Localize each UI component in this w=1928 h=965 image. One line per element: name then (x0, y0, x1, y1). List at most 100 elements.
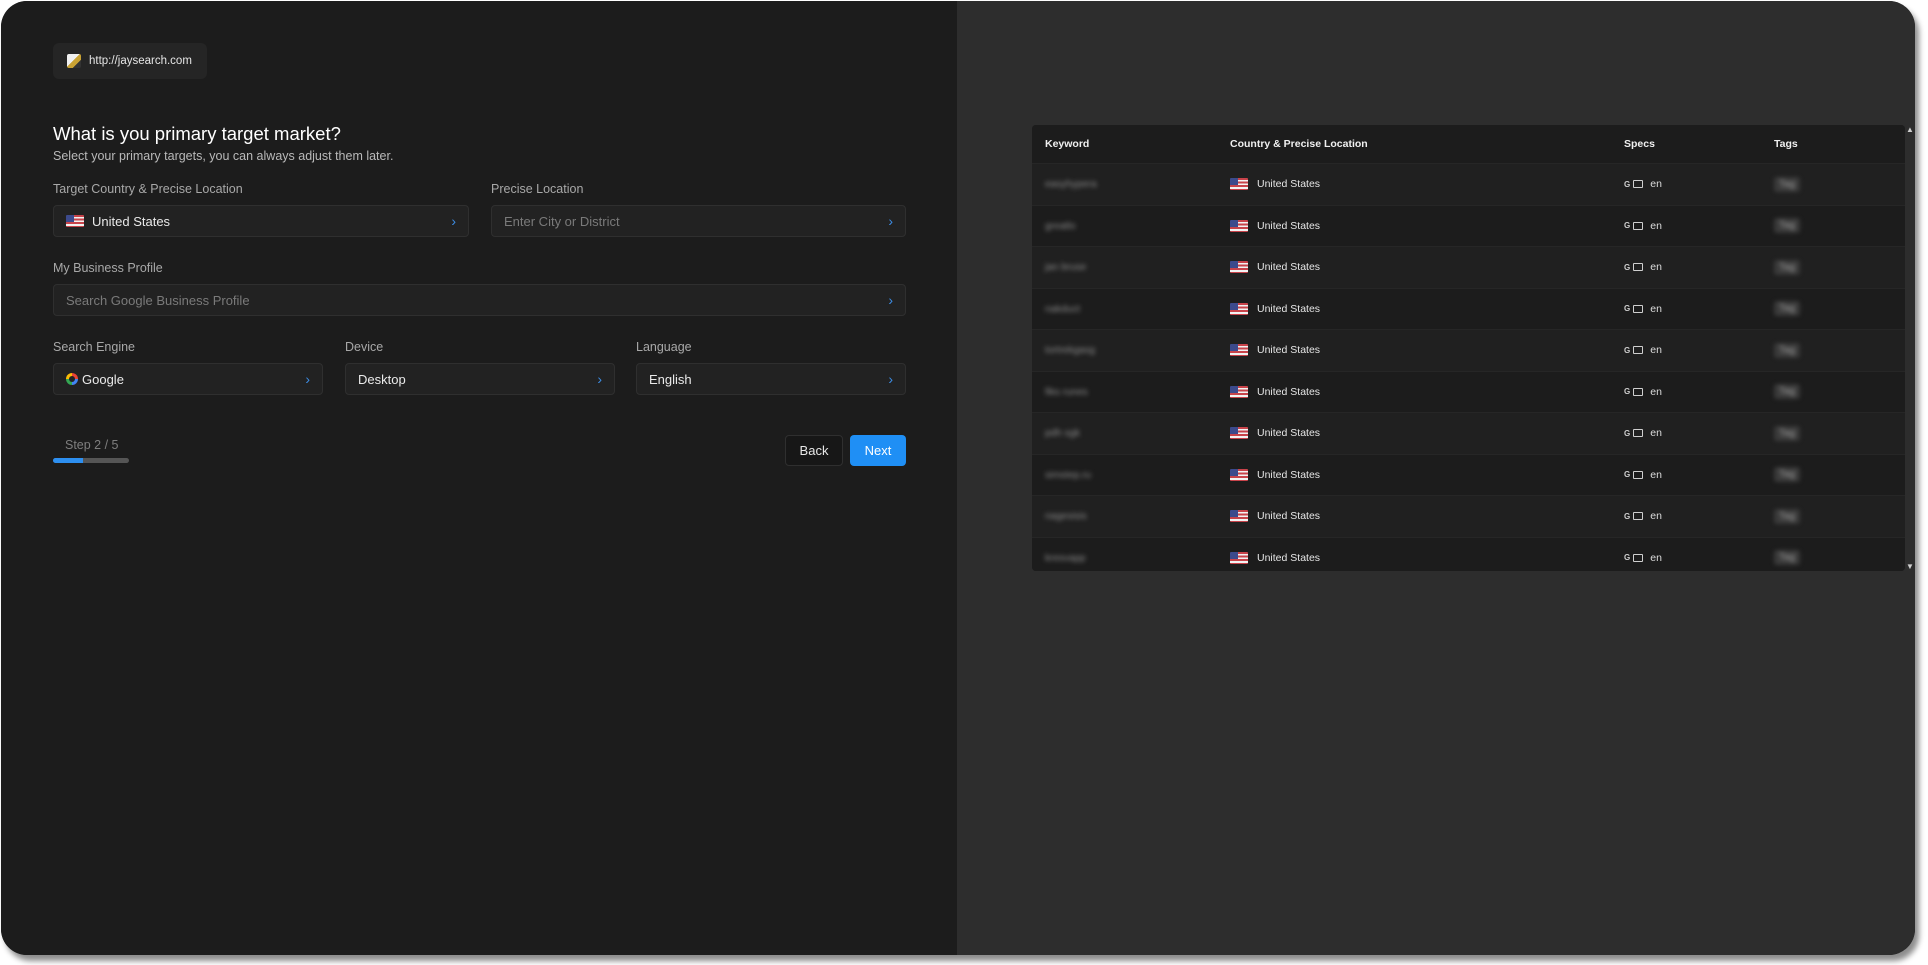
desktop-icon (1633, 263, 1644, 272)
step-indicator: Step 2 / 5 (65, 438, 119, 452)
google-icon: G (1624, 511, 1631, 521)
location-text: United States (1257, 344, 1321, 357)
tags-cell: Tag (1774, 163, 1905, 205)
desktop-icon (1633, 512, 1644, 521)
page-subtitle: Select your primary targets, you can alw… (53, 149, 394, 163)
specs-cell: Gen (1624, 453, 1774, 496)
location-text: United States (1257, 302, 1321, 315)
spec-language: en (1650, 261, 1662, 274)
business-profile-search[interactable]: Search Google Business Profile › (53, 284, 906, 316)
specs-column-header[interactable]: Specs (1624, 125, 1774, 164)
device-label: Device (345, 340, 384, 354)
us-flag-icon (1230, 344, 1248, 357)
spec-language: en (1650, 510, 1662, 523)
precise-location-placeholder: Enter City or District (504, 213, 620, 229)
table-row[interactable]: easyhypera United States Gen Tag (1032, 163, 1905, 205)
table-row[interactable]: nagesisis United States Gen Tag (1032, 495, 1905, 537)
keyword-text: tortrekgasg (1045, 345, 1096, 357)
location-cell: United States (1230, 246, 1624, 288)
spec-language: en (1650, 427, 1662, 440)
tags-cell: Tag (1774, 329, 1905, 371)
next-button[interactable]: Next (850, 435, 906, 466)
language-select[interactable]: English › (636, 363, 906, 395)
tag-badge: Tag (1774, 508, 1801, 524)
onboarding-panel: http://jaysearch.com What is you primary… (1, 1, 957, 955)
site-favicon-icon (67, 54, 81, 68)
scroll-up-arrow-icon[interactable]: ▲ (1906, 125, 1914, 134)
tags-cell: Tag (1774, 495, 1905, 537)
scroll-down-arrow-icon[interactable]: ▼ (1906, 562, 1914, 571)
tags-cell: Tag (1774, 246, 1905, 288)
spec-language: en (1650, 385, 1662, 398)
us-flag-icon (1230, 385, 1248, 398)
location-text: United States (1257, 427, 1321, 440)
location-cell: United States (1230, 495, 1624, 537)
us-flag-icon (1230, 178, 1248, 191)
precise-location-input[interactable]: Enter City or District › (491, 205, 906, 237)
table-row[interactable]: fiks runes United States Gen Tag (1032, 370, 1905, 413)
google-icon: G (1624, 304, 1631, 314)
device-select[interactable]: Desktop › (345, 363, 615, 395)
table-scrollbar[interactable]: ▲ ▼ (1905, 125, 1915, 571)
table-row[interactable]: tortrekgasg United States Gen Tag (1032, 329, 1905, 371)
tags-cell: Tag (1774, 204, 1905, 247)
table-row[interactable]: simstep.ru United States Gen Tag (1032, 453, 1905, 496)
spec-language: en (1650, 178, 1662, 191)
language-label: Language (636, 340, 692, 354)
location-text: United States (1257, 510, 1321, 523)
keyword-text: easyhypera (1045, 179, 1097, 191)
country-select[interactable]: United States › (53, 205, 469, 237)
desktop-icon (1633, 221, 1644, 230)
search-engine-value: Google (82, 371, 124, 387)
device-value: Desktop (358, 371, 406, 387)
keyword-text: nagesisis (1045, 511, 1087, 523)
desktop-icon (1633, 180, 1644, 189)
tag-badge: Tag (1774, 425, 1801, 441)
keyword-text: simstep.ru (1045, 469, 1092, 481)
step-progress-fill (53, 458, 84, 463)
tags-column-header[interactable]: Tags (1774, 125, 1905, 164)
us-flag-icon (1230, 551, 1248, 564)
location-column-header[interactable]: Country & Precise Location (1230, 125, 1624, 164)
location-cell: United States (1230, 163, 1624, 205)
keyword-text: nakduct (1045, 303, 1081, 315)
spec-language: en (1650, 302, 1662, 315)
location-cell: United States (1230, 412, 1624, 454)
location-cell: United States (1230, 370, 1624, 413)
location-text: United States (1257, 219, 1321, 232)
us-flag-icon (1230, 219, 1248, 232)
language-value: English (649, 371, 692, 387)
chevron-right-icon: › (888, 292, 893, 308)
keyword-column-header[interactable]: Keyword (1032, 125, 1230, 164)
keyword-text: pdh sgk (1045, 428, 1081, 440)
us-flag-icon (1230, 427, 1248, 440)
tags-cell: Tag (1774, 370, 1905, 413)
us-flag-icon (1230, 468, 1248, 481)
keyword-cell: pdh sgk (1032, 412, 1230, 454)
table-row[interactable]: kresvapp United States Gen Tag (1032, 536, 1905, 571)
google-icon: G (1624, 387, 1631, 397)
location-text: United States (1257, 551, 1321, 564)
tag-badge: Tag (1774, 467, 1801, 483)
search-engine-select[interactable]: Google › (53, 363, 323, 395)
desktop-icon (1633, 470, 1644, 479)
keyword-text: greatlo (1045, 220, 1076, 232)
location-text: United States (1257, 261, 1321, 274)
specs-cell: Gen (1624, 287, 1774, 330)
table-row[interactable]: pdh sgk United States Gen Tag (1032, 412, 1905, 454)
location-cell: United States (1230, 287, 1624, 330)
google-icon (66, 373, 78, 385)
table-row[interactable]: nakduct United States Gen Tag (1032, 287, 1905, 330)
specs-cell: Gen (1624, 163, 1774, 205)
table-row[interactable]: greatlo United States Gen Tag (1032, 204, 1905, 247)
table-row[interactable]: jan bruse United States Gen Tag (1032, 246, 1905, 288)
spec-language: en (1650, 219, 1662, 232)
back-button[interactable]: Back (785, 435, 843, 466)
site-url-chip: http://jaysearch.com (53, 43, 207, 79)
precise-location-label: Precise Location (491, 182, 584, 196)
keyword-cell: fiks runes (1032, 370, 1230, 413)
tags-cell: Tag (1774, 287, 1905, 330)
keyword-cell: simstep.ru (1032, 453, 1230, 496)
chevron-right-icon: › (305, 371, 310, 387)
business-profile-placeholder: Search Google Business Profile (66, 292, 250, 308)
